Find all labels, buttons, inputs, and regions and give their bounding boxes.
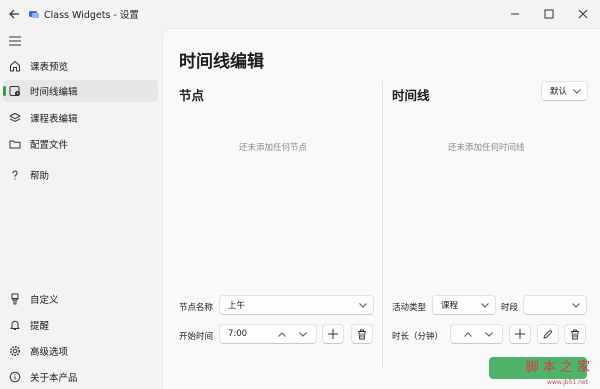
pencil-icon [543, 329, 553, 339]
increment-up-button[interactable] [463, 329, 473, 339]
sidebar-item-customize[interactable]: 自定义 [3, 288, 158, 310]
window-title: Class Widgets - 设置 [44, 10, 139, 21]
app-logo-icon [29, 11, 39, 18]
sidebar-item-label: 课程表编辑 [30, 114, 78, 125]
sidebar-item-label: 提醒 [30, 321, 50, 332]
trash-icon [571, 329, 579, 339]
chevron-down-icon [480, 301, 489, 310]
arrow-left-icon [9, 9, 19, 19]
start-time-label: 开始时间 [179, 332, 214, 342]
sidebar-item-label: 关于本产品 [30, 373, 78, 384]
activity-type-value: 课程 [441, 301, 459, 311]
period-label: 时段 [501, 303, 519, 313]
brush-icon [8, 292, 22, 306]
stack-icon [8, 111, 22, 125]
trash-icon [358, 329, 366, 339]
decrement-down-button[interactable] [484, 329, 494, 339]
minimize-icon [511, 13, 519, 15]
sidebar-item-advanced[interactable]: 高级选项 [3, 340, 158, 362]
minimize-button[interactable] [498, 0, 532, 28]
gear-icon [8, 344, 22, 358]
timeline-section-title: 时间线 [392, 88, 430, 103]
sidebar-item-schedule-edit[interactable]: 课程表编辑 [3, 107, 158, 129]
edit-timeline-button[interactable] [537, 324, 559, 344]
sidebar-item-reminders[interactable]: 提醒 [3, 314, 158, 336]
add-node-button[interactable] [322, 324, 344, 344]
window-controls [498, 0, 600, 28]
chevron-down-icon [299, 331, 307, 337]
sidebar-item-config-files[interactable]: 配置文件 [3, 133, 158, 155]
hamburger-icon [9, 36, 21, 46]
title-bar: Class Widgets - 设置 [0, 0, 600, 28]
watermark-logo: 脚 本 之 家 [525, 360, 590, 375]
timeline-empty-hint: 还未添加任何时间线 [448, 143, 525, 153]
add-timeline-button[interactable] [509, 324, 531, 344]
node-name-select[interactable]: 上午 [219, 295, 374, 315]
node-name-value: 上午 [228, 301, 246, 311]
sidebar-item-about[interactable]: 关于本产品 [3, 366, 158, 388]
nodes-section-title: 节点 [179, 88, 205, 103]
sidebar-item-label: 配置文件 [30, 140, 69, 151]
node-name-label: 节点名称 [179, 303, 214, 313]
timeline-preset-value: 默认 [550, 87, 568, 97]
timeline-preset-select[interactable]: 默认 [541, 81, 588, 101]
sidebar-item-label: 高级选项 [30, 347, 69, 358]
back-button[interactable] [4, 4, 24, 24]
section-divider [382, 81, 383, 369]
start-time-value: 7:00 [228, 329, 248, 339]
sidebar-item-timeline-edit[interactable]: 时间线编辑 [3, 80, 158, 102]
folder-icon [8, 137, 22, 151]
start-time-input[interactable]: 7:00 [219, 324, 317, 344]
home-icon [8, 59, 22, 73]
activity-type-select[interactable]: 课程 [432, 295, 496, 315]
timeline-icon [8, 84, 22, 98]
maximize-icon [544, 9, 554, 19]
activity-type-label: 活动类型 [392, 303, 427, 313]
nodes-empty-hint: 还未添加任何节点 [239, 143, 308, 153]
chevron-up-icon [464, 331, 472, 337]
plus-icon [515, 329, 525, 339]
maximize-button[interactable] [532, 0, 566, 28]
menu-toggle-button[interactable] [6, 32, 24, 50]
sidebar-item-label: 时间线编辑 [30, 87, 78, 98]
help-icon [8, 168, 22, 182]
chevron-down-icon [358, 301, 367, 310]
decrement-down-button[interactable] [298, 329, 308, 339]
sidebar: 课表预览 时间线编辑 课程表编辑 配置文件 帮助 自定义 提醒 高级选项 关于本… [0, 28, 162, 389]
chevron-down-icon [571, 301, 580, 310]
sidebar-item-schedule-preview[interactable]: 课表预览 [3, 55, 158, 77]
sidebar-item-label: 课表预览 [30, 62, 69, 73]
period-select[interactable] [523, 295, 587, 315]
chevron-up-icon [278, 331, 286, 337]
duration-input[interactable] [450, 324, 503, 344]
close-icon [578, 9, 588, 19]
delete-timeline-button[interactable] [564, 324, 586, 344]
sidebar-item-label: 自定义 [30, 295, 59, 306]
info-icon [8, 370, 22, 384]
chevron-down-icon [485, 331, 493, 337]
delete-node-button[interactable] [351, 324, 373, 344]
duration-label: 时长（分钟） [392, 332, 444, 342]
main-content: 时间线编辑 节点 还未添加任何节点 节点名称 上午 开始时间 7:00 时间线 … [162, 28, 600, 389]
sidebar-item-label: 帮助 [30, 171, 50, 182]
close-button[interactable] [566, 0, 600, 28]
plus-icon [328, 329, 338, 339]
sidebar-item-help[interactable]: 帮助 [3, 164, 158, 186]
watermark-url: www.jb51.net [547, 379, 588, 386]
increment-up-button[interactable] [277, 329, 287, 339]
bell-icon [8, 318, 22, 332]
chevron-down-icon [572, 87, 581, 96]
page-title: 时间线编辑 [179, 52, 264, 72]
